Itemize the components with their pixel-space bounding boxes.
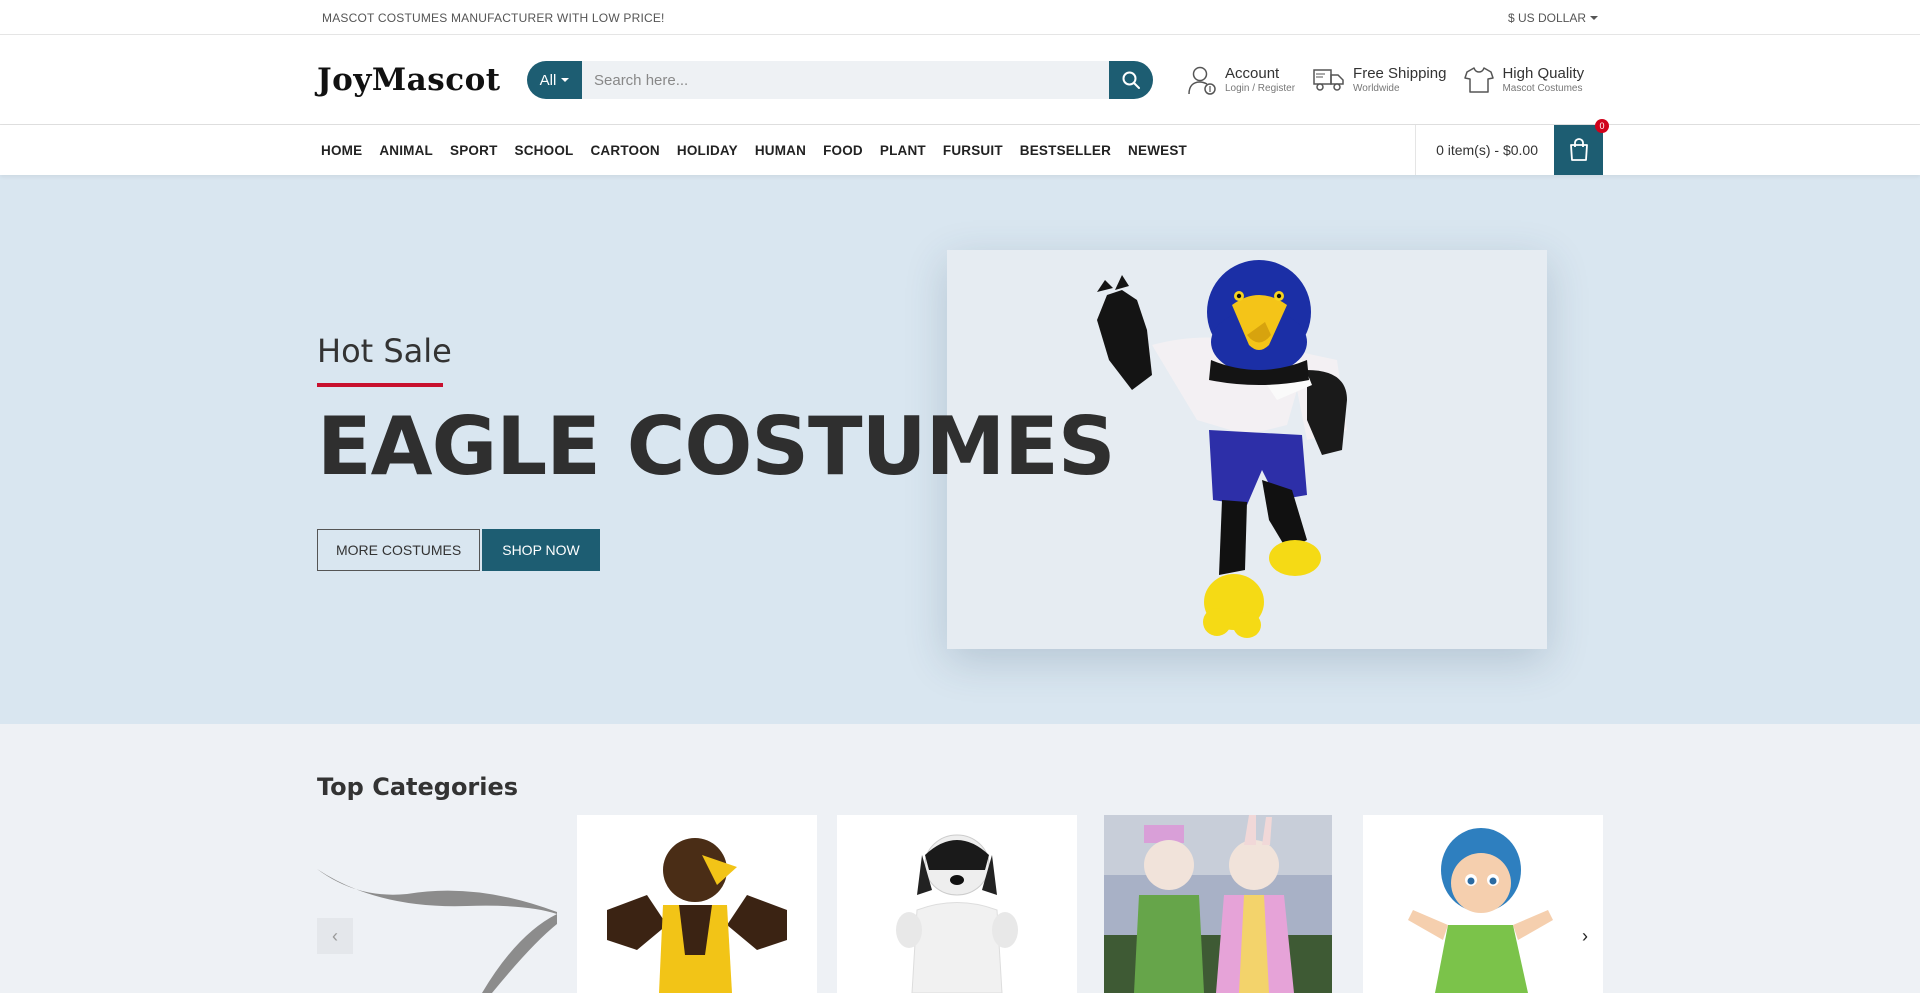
easter-bunnies-category-image bbox=[1104, 815, 1332, 993]
currency-selector[interactable]: $ US DOLLAR bbox=[1508, 11, 1598, 25]
currency-label: $ US DOLLAR bbox=[1507, 10, 1586, 25]
shipping-title: Free Shipping bbox=[1353, 65, 1447, 82]
category-card-eagle[interactable] bbox=[577, 815, 817, 993]
search-bar: All bbox=[527, 61, 1153, 99]
site-logo[interactable]: JoyMascot bbox=[317, 62, 527, 98]
shipping-subtitle: Worldwide bbox=[1353, 83, 1400, 94]
free-shipping-info: Free Shipping Worldwide bbox=[1313, 65, 1446, 95]
cartoon-girl-category-image bbox=[1408, 828, 1553, 993]
search-button[interactable] bbox=[1109, 61, 1153, 99]
user-icon bbox=[1188, 66, 1216, 95]
search-icon bbox=[1122, 71, 1140, 89]
top-bar: MASCOT COSTUMES MANUFACTURER WITH LOW PR… bbox=[0, 0, 1920, 35]
search-input[interactable] bbox=[582, 61, 1109, 99]
chevron-down-icon bbox=[1590, 15, 1598, 20]
hero-headline: EAGLE COSTUMES bbox=[317, 400, 1115, 493]
dog-category-image bbox=[896, 834, 1018, 993]
header-info: Account Login / Register Free Shipping W… bbox=[1187, 64, 1584, 96]
nav-item-school[interactable]: SCHOOL bbox=[515, 143, 574, 158]
nav-item-newest[interactable]: NEWEST bbox=[1128, 143, 1187, 158]
category-card-cartoon-girl[interactable] bbox=[1363, 815, 1603, 993]
tshirt-icon bbox=[1464, 67, 1495, 93]
eagle-category-image bbox=[607, 838, 787, 993]
section-title: Top Categories bbox=[317, 773, 519, 801]
account-title: Account bbox=[1225, 65, 1280, 82]
nav-item-fursuit[interactable]: FURSUIT bbox=[943, 143, 1003, 158]
promo-text: MASCOT COSTUMES MANUFACTURER WITH LOW PR… bbox=[322, 10, 665, 25]
cart-summary[interactable]: 0 item(s) - $0.00 bbox=[1416, 142, 1554, 158]
shopping-bag-icon bbox=[1569, 138, 1588, 161]
hero-buttons: MORE COSTUMES SHOP NOW bbox=[317, 529, 600, 571]
nav-item-cartoon[interactable]: CARTOON bbox=[590, 143, 659, 158]
nav-menu: HOME ANIMAL SPORT SCHOOL CARTOON HOLIDAY… bbox=[317, 143, 1204, 158]
more-costumes-button[interactable]: MORE COSTUMES bbox=[317, 529, 481, 571]
quality-info: High Quality Mascot Costumes bbox=[1464, 65, 1584, 95]
category-card-easter-bunnies[interactable] bbox=[1104, 815, 1332, 993]
site-header: JoyMascot All Account Login / Register bbox=[0, 35, 1920, 125]
nav-item-bestseller[interactable]: BESTSELLER bbox=[1020, 143, 1111, 158]
cart-button[interactable]: 0 bbox=[1554, 119, 1609, 175]
quality-subtitle: Mascot Costumes bbox=[1502, 83, 1583, 94]
nav-item-animal[interactable]: ANIMAL bbox=[379, 143, 433, 158]
nav-item-sport[interactable]: SPORT bbox=[450, 143, 498, 158]
cart-count-badge: 0 bbox=[1595, 119, 1609, 133]
account-subtitle: Login / Register bbox=[1225, 83, 1296, 94]
swoosh-decoration bbox=[317, 869, 557, 993]
category-card-dog[interactable] bbox=[837, 815, 1077, 993]
carousel-prev-button[interactable]: ‹ bbox=[317, 918, 353, 954]
search-category-dropdown[interactable]: All bbox=[527, 61, 582, 99]
truck-icon bbox=[1313, 69, 1344, 91]
hero-kicker: Hot Sale bbox=[317, 332, 452, 370]
nav-item-food[interactable]: FOOD bbox=[823, 143, 863, 158]
nav-item-home[interactable]: HOME bbox=[321, 143, 362, 158]
top-categories-section: Top Categories ‹ › bbox=[0, 724, 1920, 993]
main-nav: HOME ANIMAL SPORT SCHOOL CARTOON HOLIDAY… bbox=[0, 119, 1920, 175]
hero-banner: Hot Sale EAGLE COSTUMES MORE COSTUMES SH… bbox=[0, 175, 1920, 724]
hero-kicker-underline bbox=[317, 383, 443, 387]
shop-now-button[interactable]: SHOP NOW bbox=[482, 529, 600, 571]
chevron-down-icon bbox=[561, 78, 570, 82]
search-category-label: All bbox=[539, 71, 557, 89]
cart[interactable]: 0 item(s) - $0.00 0 bbox=[1415, 119, 1609, 175]
nav-item-human[interactable]: HUMAN bbox=[755, 143, 806, 158]
nav-item-holiday[interactable]: HOLIDAY bbox=[677, 143, 738, 158]
nav-item-plant[interactable]: PLANT bbox=[880, 143, 926, 158]
account-link[interactable]: Account Login / Register bbox=[1187, 64, 1295, 96]
carousel-next-button[interactable]: › bbox=[1567, 918, 1603, 954]
quality-title: High Quality bbox=[1502, 65, 1585, 82]
